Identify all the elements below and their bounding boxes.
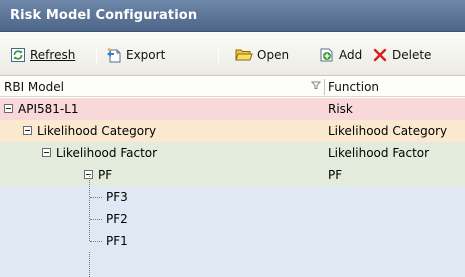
tree-connector xyxy=(89,174,90,241)
node-label: PF2 xyxy=(106,212,128,226)
window-title: Risk Model Configuration xyxy=(0,0,465,32)
filter-icon[interactable] xyxy=(310,80,322,93)
tree-node: Likelihood Factor xyxy=(42,142,157,164)
toolbar-separator xyxy=(96,46,97,64)
tree-connector xyxy=(89,252,90,277)
function-cell: Likelihood Factor xyxy=(328,146,430,160)
node-label: PF1 xyxy=(106,234,128,248)
function-cell: PF xyxy=(328,168,343,182)
table-row[interactable]: PF1 xyxy=(0,230,465,252)
add-label: Add xyxy=(339,48,363,62)
toolbar-separator xyxy=(218,46,219,64)
table-row[interactable]: Likelihood Factor Likelihood Factor xyxy=(0,142,465,164)
node-label: Likelihood Category xyxy=(37,124,157,138)
node-label: PF xyxy=(98,168,113,182)
function-cell: Likelihood Category xyxy=(328,124,448,138)
delete-button[interactable]: Delete xyxy=(372,44,431,66)
node-label: API581-L1 xyxy=(18,102,79,116)
folder-open-icon xyxy=(235,47,253,63)
tree-connector xyxy=(90,197,102,198)
collapse-icon[interactable] xyxy=(4,104,13,113)
tree-node: PF2 xyxy=(90,208,128,230)
add-icon xyxy=(319,47,335,63)
function-cell: Risk xyxy=(328,102,353,116)
refresh-icon xyxy=(10,47,26,63)
table-row-empty xyxy=(0,252,465,277)
table-row[interactable]: API581-L1 Risk xyxy=(0,98,465,120)
table-row[interactable]: PF PF xyxy=(0,164,465,186)
add-button[interactable]: Add xyxy=(319,44,362,66)
export-button[interactable]: Export xyxy=(106,44,165,66)
column-header-rbi-model[interactable]: RBI Model xyxy=(4,77,64,97)
table-row[interactable]: Likelihood Category Likelihood Category xyxy=(0,120,465,142)
node-label: PF3 xyxy=(106,190,128,204)
delete-label: Delete xyxy=(392,48,432,62)
tree-node: Likelihood Category xyxy=(23,120,156,142)
tree-node: API581-L1 xyxy=(4,98,79,120)
column-header-function[interactable]: Function xyxy=(328,77,379,97)
column-divider[interactable] xyxy=(324,79,325,95)
table-row[interactable]: PF3 xyxy=(0,186,465,208)
tree-node: PF1 xyxy=(90,230,128,252)
table-row[interactable]: PF2 xyxy=(0,208,465,230)
refresh-button[interactable]: Refresh xyxy=(10,44,75,66)
refresh-label: Refresh xyxy=(30,48,76,62)
open-button[interactable]: Open xyxy=(235,44,289,66)
tree-connector xyxy=(90,241,102,242)
toolbar: Refresh Export Open Add Delete xyxy=(0,33,465,76)
node-label: Likelihood Factor xyxy=(56,146,158,160)
collapse-icon[interactable] xyxy=(23,126,32,135)
tree-connector xyxy=(90,219,102,220)
collapse-icon[interactable] xyxy=(42,148,51,157)
delete-icon xyxy=(372,47,388,63)
open-label: Open xyxy=(257,48,290,62)
grid-header: RBI Model Function xyxy=(0,77,465,97)
tree-node: PF3 xyxy=(90,186,128,208)
export-label: Export xyxy=(126,48,166,62)
export-icon xyxy=(106,47,122,63)
